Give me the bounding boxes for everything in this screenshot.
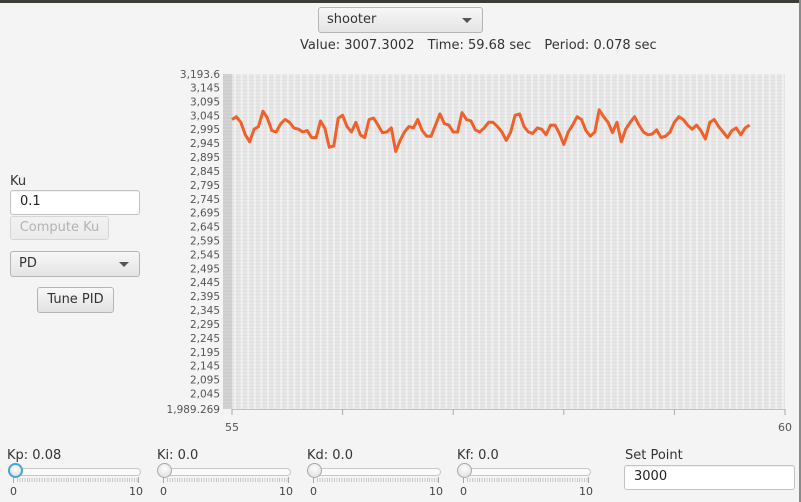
x-axis: 55 60 — [225, 409, 792, 434]
y-tick-label: 3,145 — [190, 83, 220, 95]
slider-track[interactable] — [313, 468, 441, 476]
slider-min-label: 0 — [310, 485, 317, 498]
slider-thumb[interactable] — [457, 463, 472, 478]
y-tick-label: 2,395 — [190, 291, 220, 303]
slider-track[interactable] — [163, 468, 291, 476]
y-tick-label: 2,245 — [190, 333, 220, 345]
slider-minor-ticks — [317, 478, 439, 482]
y-tick-label: 3,193.6 — [180, 69, 220, 81]
y-tick-label: 2,595 — [190, 236, 220, 248]
gain-slider-0[interactable]: 0 10 — [7, 458, 143, 498]
y-tick-label: 2,745 — [190, 194, 220, 206]
slider-tick-max — [138, 477, 139, 483]
slider-min-label: 0 — [460, 485, 467, 498]
gain-slider-1[interactable]: 0 10 — [157, 458, 293, 498]
slider-minor-ticks — [167, 478, 289, 482]
slider-tick-max — [438, 477, 439, 483]
y-tick-label: 2,495 — [190, 263, 220, 275]
y-tick-label: 2,345 — [190, 305, 220, 317]
y-tick-label: 2,895 — [190, 152, 220, 164]
y-tick-label: 2,545 — [190, 249, 220, 261]
slider-tick-max — [588, 477, 589, 483]
y-axis: 3,193.6 3,1453,095 3,045 2,995 2,945 2,895 2,8… — [167, 69, 221, 416]
y-tick-label: 2,095 — [190, 375, 220, 387]
y-tick-label: 2,795 — [190, 180, 220, 192]
y-tick-label: 3,045 — [190, 110, 220, 122]
y-tick-label: 2,045 — [190, 388, 220, 400]
x-tick-label: 60 — [778, 421, 792, 434]
gain-slider-2[interactable]: 0 10 — [307, 458, 443, 498]
slider-minor-ticks — [17, 478, 139, 482]
slider-min-label: 0 — [160, 485, 167, 498]
set-point-input[interactable]: 3000 — [624, 465, 795, 490]
slider-track[interactable] — [13, 468, 141, 476]
set-point-label: Set Point — [625, 448, 683, 463]
y-tick-label: 2,645 — [190, 222, 220, 234]
slider-tick-max — [288, 477, 289, 483]
y-tick-label: 1,989.269 — [167, 404, 220, 416]
y-tick-label: 2,945 — [190, 138, 220, 150]
slider-max-label: 10 — [279, 485, 293, 498]
slider-min-label: 0 — [10, 485, 17, 498]
gain-slider-3[interactable]: 0 10 — [457, 458, 593, 498]
y-tick-label: 2,295 — [190, 319, 220, 331]
y-tick-label: 2,145 — [190, 361, 220, 373]
slider-thumb[interactable] — [8, 463, 23, 478]
y-tick-label: 2,845 — [190, 166, 220, 178]
slider-max-label: 10 — [429, 485, 443, 498]
slider-minor-ticks — [467, 478, 589, 482]
x-tick-label: 55 — [225, 421, 239, 434]
line-chart: 3,193.6 3,1453,095 3,045 2,995 2,945 2,895 2,8… — [167, 69, 792, 434]
y-tick-label: 2,195 — [190, 347, 220, 359]
y-tick-label: 3,095 — [190, 96, 220, 108]
y-tick-label: 2,445 — [190, 277, 220, 289]
slider-max-label: 10 — [129, 485, 143, 498]
slider-thumb[interactable] — [307, 463, 322, 478]
slider-thumb[interactable] — [157, 463, 172, 478]
slider-max-label: 10 — [579, 485, 593, 498]
y-tick-label: 2,995 — [190, 124, 220, 136]
y-tick-label: 2,695 — [190, 208, 220, 220]
slider-track[interactable] — [463, 468, 591, 476]
